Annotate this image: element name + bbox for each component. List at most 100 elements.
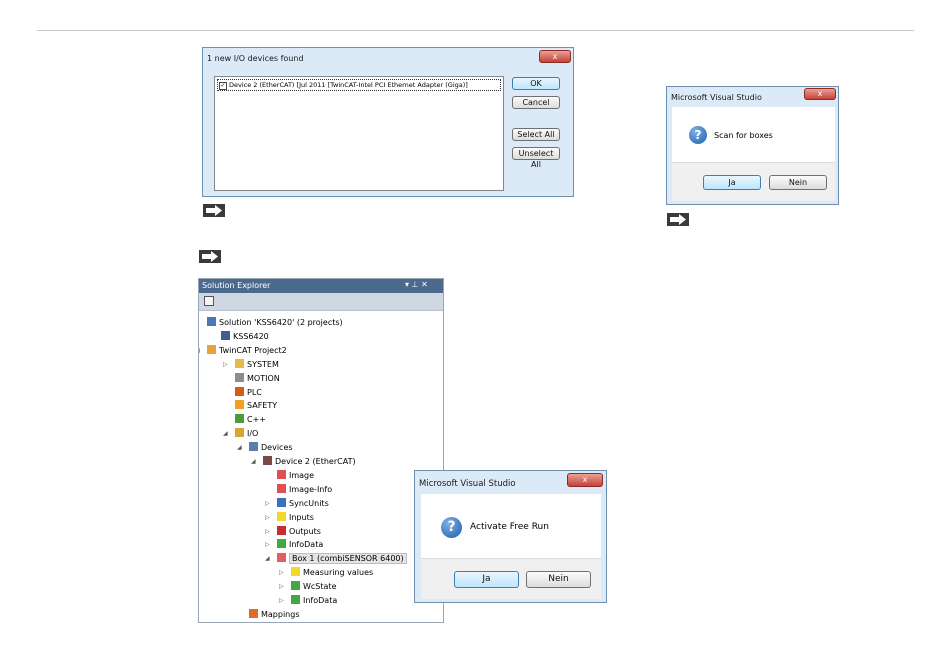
no-button[interactable]: Nein: [769, 175, 827, 190]
tree-item-label: TwinCAT Project2: [219, 345, 287, 355]
dialog-title: Microsoft Visual Studio: [419, 479, 516, 489]
top-divider: [37, 30, 914, 31]
dialog-footer: Ja Nein: [672, 162, 835, 201]
device-entry-label: Device 2 (EtherCAT) [Jul 2011 [TwinCAT-I…: [229, 81, 468, 89]
collapse-icon[interactable]: ◢: [265, 552, 270, 565]
tree-item-label: Measuring values: [303, 568, 374, 578]
tree-item[interactable]: ▷ InfoData: [279, 594, 338, 607]
tree-item[interactable]: Mappings: [249, 608, 300, 621]
plc-icon: [235, 386, 244, 396]
tree-item[interactable]: MOTION: [235, 372, 280, 385]
inputs-icon: [277, 511, 286, 521]
device-list-item[interactable]: ✓ Device 2 (EtherCAT) [Jul 2011 [TwinCAT-…: [217, 79, 501, 91]
collapse-icon[interactable]: ◢: [251, 455, 256, 468]
dialog-message: Scan for boxes: [714, 131, 773, 140]
arrow-right-icon: [667, 213, 689, 226]
expand-icon[interactable]: ▷: [265, 497, 270, 510]
dialog-message: Activate Free Run: [470, 522, 549, 532]
expand-icon[interactable]: ▷: [265, 525, 270, 538]
tree-item[interactable]: ▷ SYSTEM: [223, 358, 279, 371]
tree-item[interactable]: KSS6420: [221, 330, 269, 343]
collapse-icon[interactable]: ◢: [237, 441, 242, 454]
ok-button[interactable]: OK: [512, 77, 560, 90]
tree-item[interactable]: ◢ Devices: [237, 441, 293, 454]
expand-icon[interactable]: ▷: [265, 511, 270, 524]
yes-button[interactable]: Ja: [454, 571, 519, 588]
devices-icon: [249, 442, 258, 452]
tree-item[interactable]: Image-Info: [277, 483, 332, 496]
expand-icon[interactable]: ▷: [223, 358, 228, 371]
tree-item-label: Mappings: [261, 609, 300, 619]
question-icon: ?: [441, 517, 462, 538]
tree-item-label: I/O: [247, 429, 259, 439]
expand-icon[interactable]: ▷: [279, 566, 284, 579]
no-button[interactable]: Nein: [526, 571, 591, 588]
tree-item-label: C++: [247, 415, 266, 425]
tree-item[interactable]: ◢ TwinCAT Project2: [199, 344, 287, 357]
tree-item[interactable]: PLC: [235, 386, 262, 399]
tree-item-label: KSS6420: [233, 331, 269, 341]
close-button[interactable]: x: [539, 50, 571, 63]
dialog-title: Microsoft Visual Studio: [671, 93, 762, 102]
properties-icon[interactable]: [204, 296, 214, 306]
wcstate-icon: [291, 581, 300, 591]
tree-item-label: InfoData: [303, 596, 338, 605]
tree-item[interactable]: C++: [235, 413, 266, 426]
tree-item[interactable]: ▷ InfoData: [265, 538, 324, 551]
tree-item[interactable]: ▷ Outputs: [265, 525, 321, 538]
infodata-icon: [291, 595, 300, 604]
tree-item[interactable]: ▷ Inputs: [265, 511, 314, 524]
motion-icon: [235, 372, 244, 382]
expand-icon[interactable]: ▷: [265, 538, 270, 551]
tree-item[interactable]: Image: [277, 469, 314, 482]
twincat-project-icon: [207, 344, 216, 354]
dialog-footer: Ja Nein: [421, 558, 601, 599]
tree-item[interactable]: Solution 'KSS6420' (2 projects): [207, 316, 343, 329]
expand-icon[interactable]: ▷: [279, 594, 284, 607]
tree-item-label: Devices: [261, 443, 293, 453]
box-icon: [277, 553, 286, 563]
ethercat-device-icon: [263, 456, 272, 465]
tree-item[interactable]: ▷ WcState: [279, 580, 336, 593]
yes-button[interactable]: Ja: [703, 175, 761, 190]
tree-item-label: Inputs: [289, 512, 314, 522]
close-button[interactable]: x: [804, 88, 836, 100]
select-all-button[interactable]: Select All: [512, 128, 560, 141]
tree-item[interactable]: ◢ Device 2 (EtherCAT): [251, 455, 356, 468]
tree-item-label: SAFETY: [247, 401, 278, 411]
panel-title-bar: Solution Explorer ▾ ⊥ ✕: [199, 279, 443, 293]
arrow-right-icon: [199, 250, 221, 263]
io-icon: [235, 428, 244, 438]
io-devices-dialog: 1 new I/O devices found x ✓ Device 2 (Eth…: [202, 47, 574, 197]
tree-item[interactable]: SAFETY: [235, 399, 277, 412]
checkbox-icon[interactable]: ✓: [219, 82, 227, 90]
tree-item[interactable]: ▷ SyncUnits: [265, 497, 329, 510]
tree-item[interactable]: ▷ Measuring values: [279, 566, 374, 579]
system-icon: [235, 358, 244, 368]
tree-item[interactable]: ◢ I/O: [223, 427, 259, 440]
mappings-icon: [249, 608, 258, 618]
expand-icon[interactable]: ▷: [279, 580, 284, 593]
solution-explorer-panel: Solution Explorer ▾ ⊥ ✕ Solution 'KSS642…: [198, 278, 444, 623]
collapse-icon[interactable]: ◢: [223, 427, 228, 440]
tree-item-label: InfoData: [289, 540, 324, 550]
project-icon: [221, 330, 230, 340]
safety-icon: [235, 400, 244, 410]
panel-toolbar: [199, 293, 443, 311]
measuring-values-icon: [291, 567, 300, 577]
dialog-body: ? Scan for boxes: [672, 107, 835, 162]
infodata-icon: [277, 539, 286, 549]
outputs-icon: [277, 525, 286, 535]
panel-controls[interactable]: ▾ ⊥ ✕: [405, 280, 428, 289]
close-button[interactable]: x: [567, 473, 603, 487]
cancel-button[interactable]: Cancel: [512, 96, 560, 109]
collapse-icon[interactable]: ◢: [199, 344, 200, 357]
dialog-title: 1 new I/O devices found: [207, 54, 304, 63]
syncunits-icon: [277, 497, 286, 507]
question-icon: ?: [689, 126, 707, 144]
dialog-body: ? Activate Free Run: [421, 494, 601, 558]
unselect-all-button[interactable]: Unselect All: [512, 147, 560, 169]
tree-item-label: SyncUnits: [289, 498, 329, 508]
tree-item[interactable]: ◢ Box 1 (combiSENSOR 6400): [265, 552, 407, 565]
tree-item-label: Solution 'KSS6420' (2 projects): [219, 318, 343, 327]
